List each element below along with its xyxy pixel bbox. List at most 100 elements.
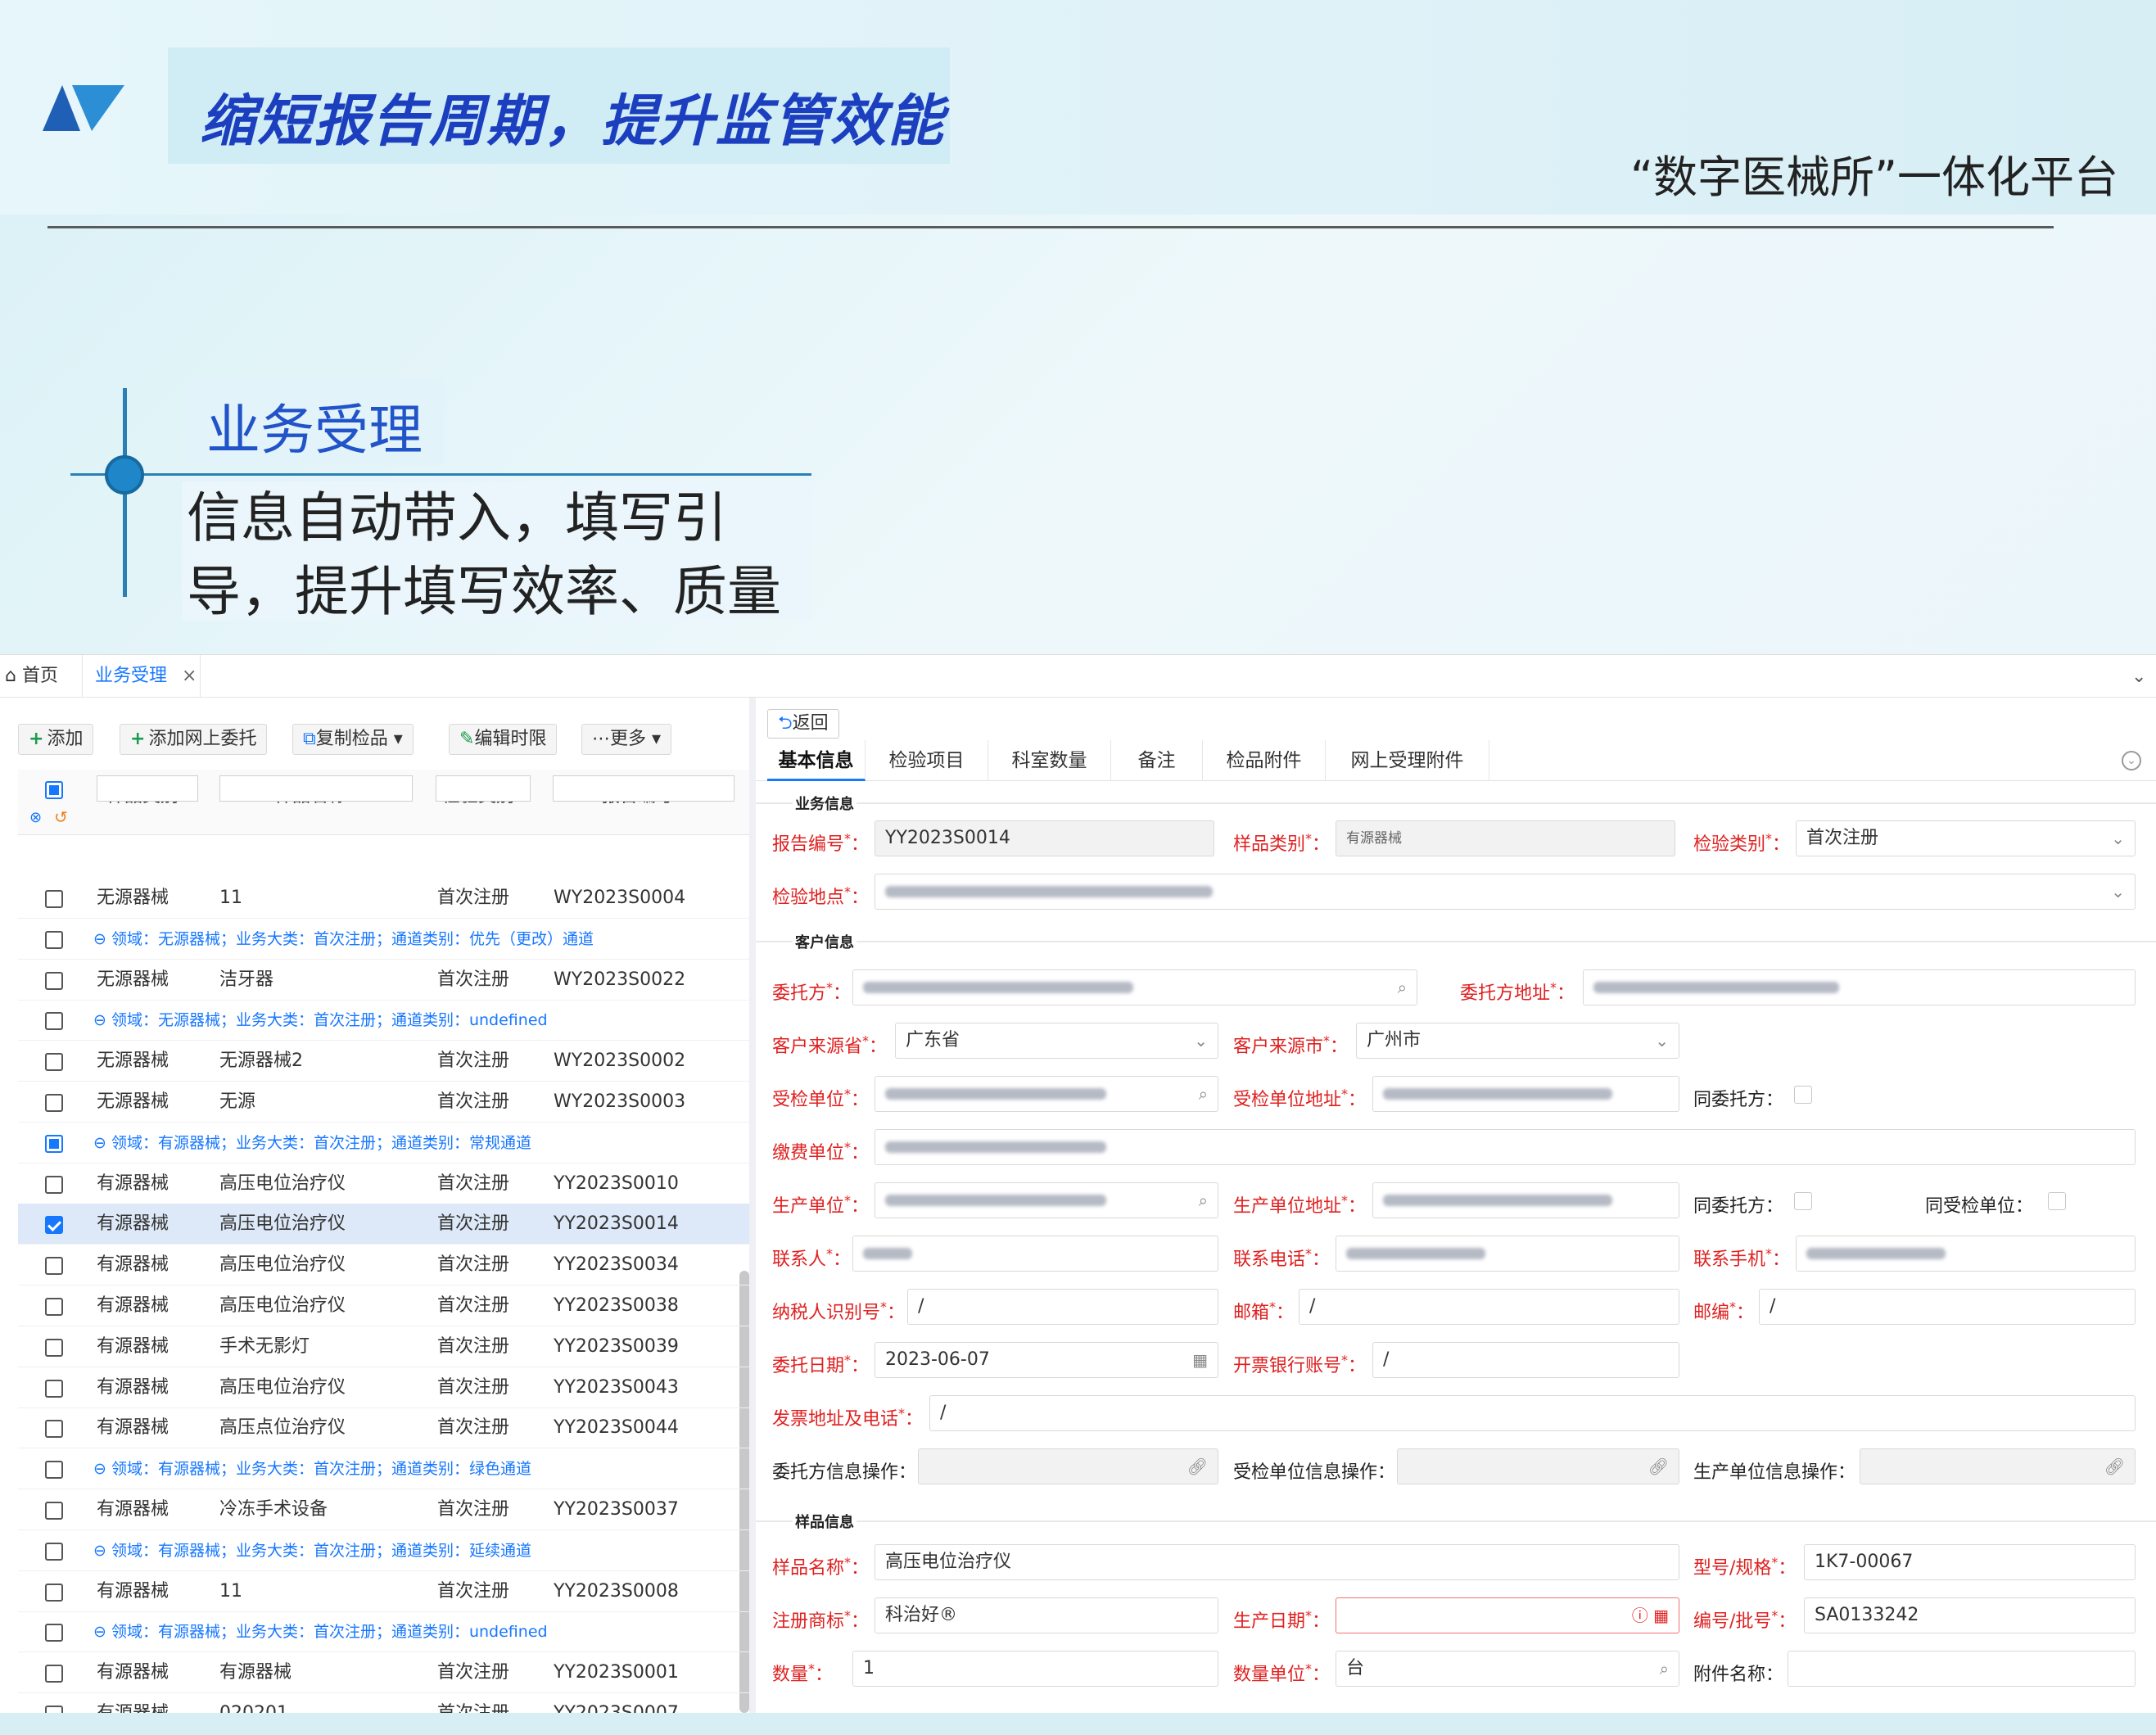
producer-op-field[interactable]: 🔗︎ (1860, 1448, 2136, 1484)
trademark-field[interactable]: 科治好® (875, 1597, 1218, 1633)
group-label[interactable]: ⊖ 领域：有源器械；业务大类：首次注册；通道类别：undefined (93, 1611, 548, 1652)
filter-check-type-input[interactable] (436, 775, 531, 802)
province-select[interactable]: 广东省 ⌄ (895, 1023, 1218, 1059)
group-row[interactable]: ⊖ 领域：有源器械；业务大类：首次注册；通道类别：undefined (18, 1611, 749, 1653)
table-row[interactable]: 有源器械 有源器械 首次注册 YY2023S0001 (18, 1652, 749, 1694)
row-checkbox[interactable] (45, 1298, 63, 1316)
group-label[interactable]: ⊖ 领域：有源器械；业务大类：首次注册；通道类别：常规通道 (93, 1123, 531, 1163)
collapse-group-icon[interactable]: ⊖ (93, 1460, 111, 1478)
tax-field[interactable]: / (907, 1289, 1218, 1325)
link-icon[interactable]: 🔗︎ (1187, 1449, 1208, 1484)
email-field[interactable]: / (1299, 1289, 1679, 1325)
row-checkbox[interactable] (45, 1542, 63, 1561)
payer-field[interactable] (875, 1129, 2136, 1165)
collapse-group-icon[interactable]: ⊖ (93, 1011, 111, 1029)
error-and-calendar-icon[interactable]: ⓘ ▦ (1632, 1598, 1669, 1633)
row-checkbox[interactable] (45, 930, 63, 949)
table-row[interactable]: 有源器械 高压电位治疗仪 首次注册 YY2023S0010 (18, 1163, 749, 1204)
row-checkbox[interactable] (45, 1012, 63, 1031)
same-client-checkbox[interactable] (1794, 1086, 1812, 1104)
attach-field[interactable] (1788, 1651, 2136, 1687)
client-op-field[interactable]: 🔗︎ (918, 1448, 1218, 1484)
search-icon[interactable]: ⌕ (1398, 970, 1407, 1005)
collapse-icon[interactable]: ⌄ (2122, 751, 2141, 770)
zip-field[interactable]: / (1759, 1289, 2136, 1325)
row-checkbox[interactable] (45, 890, 63, 908)
tab-basic-info[interactable]: 基本信息 (767, 740, 866, 781)
check-type-select[interactable]: 首次注册 ⌄ (1796, 820, 2136, 856)
contact-field[interactable] (852, 1236, 1218, 1272)
more-button[interactable]: ⋯更多 ▾ (581, 724, 672, 755)
qty-field[interactable]: 1 (852, 1651, 1218, 1687)
collapse-group-icon[interactable]: ⊖ (93, 1542, 111, 1560)
group-row[interactable]: ⊖ 领域：无源器械；业务大类：首次注册；通道类别：优先（更改）通道 (18, 919, 749, 960)
close-icon[interactable]: × (182, 666, 197, 686)
collapse-group-icon[interactable]: ⊖ (93, 930, 111, 948)
row-checkbox[interactable] (45, 1094, 63, 1112)
tab-online-attachments[interactable]: 网上受理附件 (1326, 740, 1489, 781)
group-label[interactable]: ⊖ 领域：无源器械；业务大类：首次注册；通道类别：优先（更改）通道 (93, 919, 594, 960)
add-button[interactable]: + 添加 (18, 724, 94, 755)
table-row[interactable]: 有源器械 冷冻手术设备 首次注册 YY2023S0037 (18, 1489, 749, 1530)
date-field[interactable]: 2023-06-07 ▦ (875, 1342, 1218, 1378)
table-row[interactable]: 无源器械 11 首次注册 WY2023S0004 (18, 878, 749, 919)
row-checkbox[interactable] (45, 1216, 63, 1235)
collapse-group-icon[interactable]: ⊖ (93, 1623, 111, 1641)
report-no-field[interactable]: YY2023S0014 (875, 820, 1214, 856)
chevron-down-icon[interactable]: ⌄ (2131, 666, 2149, 687)
tab-sample-attachments[interactable]: 检品附件 (1203, 740, 1326, 781)
edit-time-button[interactable]: ✎编辑时限 (449, 724, 558, 755)
refresh-icon[interactable]: ↺ (54, 807, 68, 827)
row-checkbox[interactable] (45, 1053, 63, 1072)
table-row[interactable]: 有源器械 高压电位治疗仪 首次注册 YY2023S0014 (18, 1204, 749, 1245)
back-button[interactable]: ⮌返回 (767, 709, 839, 739)
table-row[interactable]: 无源器械 无源 首次注册 WY2023S0003 (18, 1082, 749, 1123)
same-inspected-checkbox[interactable] (2048, 1192, 2066, 1210)
filter-report-no-input[interactable] (553, 775, 734, 802)
table-row[interactable]: 无源器械 无源器械2 首次注册 WY2023S0002 (18, 1041, 749, 1082)
clear-filter-icon[interactable]: ⊗ (29, 809, 42, 826)
link-icon[interactable]: 🔗︎ (2104, 1449, 2125, 1484)
batch-field[interactable]: SA0133242 (1804, 1597, 2136, 1633)
tab-home[interactable]: ⌂ 首页 (5, 655, 58, 698)
table-row[interactable]: 有源器械 高压电位治疗仪 首次注册 YY2023S0043 (18, 1367, 749, 1408)
link-icon[interactable]: 🔗︎ (1648, 1449, 1669, 1484)
row-checkbox[interactable] (45, 1502, 63, 1520)
inspected-addr-field[interactable] (1372, 1076, 1679, 1112)
collapse-group-icon[interactable]: ⊖ (93, 1134, 111, 1152)
bank-field[interactable]: / (1372, 1342, 1679, 1378)
row-checkbox[interactable] (45, 1175, 63, 1194)
search-icon[interactable]: ⌕ (1199, 1183, 1208, 1218)
select-all-checkbox[interactable] (45, 781, 63, 799)
city-select[interactable]: 广州市 ⌄ (1356, 1023, 1679, 1059)
table-row[interactable]: 有源器械 手术无影灯 首次注册 YY2023S0039 (18, 1326, 749, 1367)
add-online-button[interactable]: + 添加网上委托 (120, 724, 268, 755)
row-checkbox[interactable] (45, 1583, 63, 1602)
client-field[interactable]: ⌕ (852, 969, 1417, 1005)
row-checkbox[interactable] (45, 1665, 63, 1683)
phone-field[interactable] (1336, 1236, 1679, 1272)
sample-cat-field[interactable]: 有源器械 (1336, 820, 1675, 856)
tab-business[interactable]: 业务受理 × (82, 655, 201, 698)
sample-name-field[interactable]: 高压电位治疗仪 (875, 1544, 1679, 1580)
table-row[interactable]: 有源器械 高压点位治疗仪 首次注册 YY2023S0044 (18, 1407, 749, 1449)
unit-field[interactable]: 台 ⌕ (1336, 1651, 1679, 1687)
filter-name-input[interactable] (219, 775, 413, 802)
table-row[interactable]: 有源器械 11 首次注册 YY2023S0008 (18, 1571, 749, 1612)
row-checkbox[interactable] (45, 1338, 63, 1357)
row-checkbox[interactable] (45, 1257, 63, 1276)
client-addr-field[interactable] (1583, 969, 2136, 1005)
row-checkbox[interactable] (45, 1134, 63, 1153)
row-checkbox[interactable] (45, 1420, 63, 1439)
producer-field[interactable]: ⌕ (875, 1182, 1218, 1218)
group-row[interactable]: ⊖ 领域：有源器械；业务大类：首次注册；通道类别：常规通道 (18, 1123, 749, 1163)
prod-date-field[interactable]: ⓘ ▦ (1336, 1597, 1679, 1633)
row-checkbox[interactable] (45, 1379, 63, 1398)
search-icon[interactable]: ⌕ (1199, 1077, 1208, 1111)
inspected-field[interactable]: ⌕ (875, 1076, 1218, 1112)
group-label[interactable]: ⊖ 领域：无源器械；业务大类：首次注册；通道类别：undefined (93, 1000, 548, 1041)
filter-category-input[interactable] (97, 775, 198, 802)
group-row[interactable]: ⊖ 领域：无源器械；业务大类：首次注册；通道类别：undefined (18, 1000, 749, 1041)
location-select[interactable]: ⌄ (875, 874, 2136, 910)
invoice-field[interactable]: / (929, 1395, 2136, 1431)
